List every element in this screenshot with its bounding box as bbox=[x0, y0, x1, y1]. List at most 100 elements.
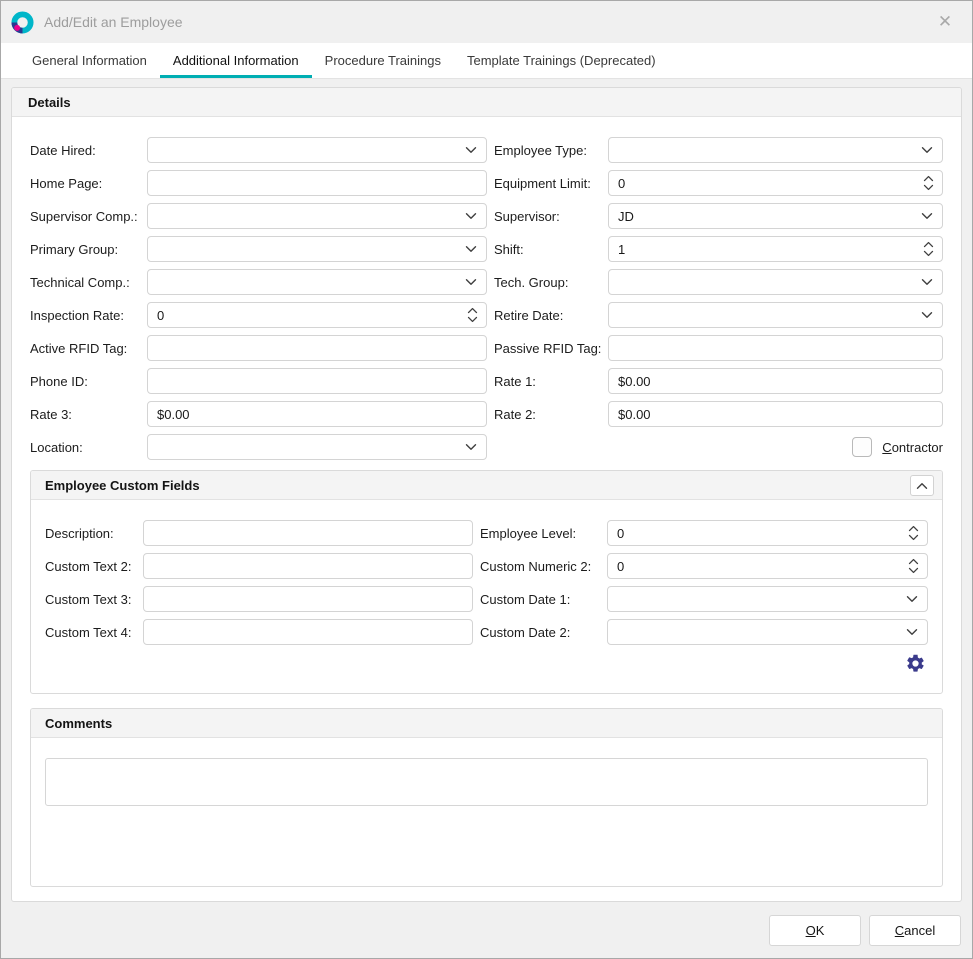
comments-header: Comments bbox=[31, 709, 942, 738]
supervisor-combobox-value: JD bbox=[618, 209, 915, 224]
field-cell bbox=[143, 586, 473, 612]
tab-label: Template Trainings (Deprecated) bbox=[467, 53, 656, 68]
location-combobox[interactable] bbox=[147, 434, 487, 460]
custom-text-3-label: Custom Text 3: bbox=[45, 592, 143, 607]
add-edit-employee-dialog: Add/Edit an Employee ✕ General Informati… bbox=[0, 0, 973, 959]
description-input[interactable] bbox=[143, 520, 473, 546]
retire-date-combobox[interactable] bbox=[608, 302, 943, 328]
field-cell bbox=[147, 368, 487, 394]
chevron-down-icon[interactable] bbox=[465, 212, 477, 220]
spin-up-down-icon[interactable] bbox=[923, 175, 934, 191]
technical-comp-combobox[interactable] bbox=[147, 269, 487, 295]
field-cell bbox=[147, 302, 487, 328]
custom-text-2-input[interactable] bbox=[143, 553, 473, 579]
supervisor-combobox[interactable]: JD bbox=[608, 203, 943, 229]
custom-date-2-label: Custom Date 2: bbox=[473, 625, 607, 640]
chevron-down-icon[interactable] bbox=[921, 311, 933, 319]
primary-group-combobox[interactable] bbox=[147, 236, 487, 262]
custom-text-4-label: Custom Text 4: bbox=[45, 625, 143, 640]
custom-fields-settings-button[interactable] bbox=[905, 653, 926, 677]
employee-type-combobox[interactable] bbox=[608, 137, 943, 163]
ok-button[interactable]: OK bbox=[769, 915, 861, 946]
field-cell bbox=[147, 335, 487, 361]
chevron-down-icon[interactable] bbox=[465, 278, 477, 286]
tab-template-trainings-deprecated[interactable]: Template Trainings (Deprecated) bbox=[454, 43, 669, 78]
date-hired-label: Date Hired: bbox=[30, 143, 147, 158]
field-cell bbox=[147, 137, 487, 163]
spin-up-down-icon[interactable] bbox=[923, 241, 934, 257]
collapse-section-button[interactable] bbox=[910, 475, 934, 496]
field-cell bbox=[147, 269, 487, 295]
phone-id-input[interactable] bbox=[147, 368, 487, 394]
retire-date-label: Retire Date: bbox=[487, 308, 608, 323]
tab-label: Procedure Trainings bbox=[325, 53, 441, 68]
app-logo-icon bbox=[11, 11, 34, 34]
field-cell bbox=[147, 203, 487, 229]
comments-textarea[interactable] bbox=[45, 758, 928, 806]
rate-2-label: Rate 2: bbox=[487, 407, 608, 422]
date-hired-combobox[interactable] bbox=[147, 137, 487, 163]
chevron-down-icon[interactable] bbox=[465, 146, 477, 154]
custom-date-2-combobox[interactable] bbox=[607, 619, 928, 645]
field-cell: Contractor bbox=[608, 434, 943, 460]
chevron-down-icon[interactable] bbox=[465, 443, 477, 451]
comments-body bbox=[31, 738, 942, 814]
field-cell bbox=[143, 520, 473, 546]
active-rfid-tag-input[interactable] bbox=[147, 335, 487, 361]
custom-fields-header: Employee Custom Fields bbox=[31, 471, 942, 500]
employee-level-input[interactable] bbox=[607, 520, 928, 546]
chevron-down-icon[interactable] bbox=[921, 146, 933, 154]
contractor-checkbox[interactable] bbox=[852, 437, 872, 457]
inspection-rate-input[interactable] bbox=[147, 302, 487, 328]
custom-fields-actions bbox=[45, 645, 928, 685]
spin-up-down-icon[interactable] bbox=[467, 307, 478, 323]
passive-rfid-tag-input[interactable] bbox=[608, 335, 943, 361]
chevron-down-icon[interactable] bbox=[906, 628, 918, 636]
field-cell bbox=[607, 520, 928, 546]
chevron-down-icon[interactable] bbox=[906, 595, 918, 603]
field-cell bbox=[608, 236, 943, 262]
supervisor-comp-combobox[interactable] bbox=[147, 203, 487, 229]
primary-group-label: Primary Group: bbox=[30, 242, 147, 257]
close-button[interactable]: ✕ bbox=[924, 5, 966, 39]
chevron-down-icon[interactable] bbox=[921, 278, 933, 286]
rate-3-input[interactable] bbox=[147, 401, 487, 427]
custom-numeric-2-input[interactable] bbox=[607, 553, 928, 579]
tab-general-information[interactable]: General Information bbox=[19, 43, 160, 78]
rate-3-label: Rate 3: bbox=[30, 407, 147, 422]
tech-group-combobox[interactable] bbox=[608, 269, 943, 295]
employee-level-label: Employee Level: bbox=[473, 526, 607, 541]
contractor-checkbox-label: Contractor bbox=[882, 440, 943, 455]
chevron-down-icon[interactable] bbox=[921, 212, 933, 220]
rate-2-input[interactable] bbox=[608, 401, 943, 427]
rate-1-input[interactable] bbox=[608, 368, 943, 394]
spin-up-down-icon[interactable] bbox=[908, 558, 919, 574]
cancel-button[interactable]: Cancel bbox=[869, 915, 961, 946]
equipment-limit-spinner bbox=[608, 170, 943, 196]
contractor-checkbox-field[interactable]: Contractor bbox=[608, 437, 943, 457]
custom-text-3-input[interactable] bbox=[143, 586, 473, 612]
close-icon: ✕ bbox=[938, 12, 952, 31]
chevron-down-icon[interactable] bbox=[465, 245, 477, 253]
chevron-up-icon bbox=[916, 478, 928, 493]
shift-input[interactable] bbox=[608, 236, 943, 262]
field-cell: JD bbox=[608, 203, 943, 229]
field-cell bbox=[608, 335, 943, 361]
passive-rfid-tag-label: Passive RFID Tag: bbox=[487, 341, 608, 356]
equipment-limit-label: Equipment Limit: bbox=[487, 176, 608, 191]
tab-procedure-trainings[interactable]: Procedure Trainings bbox=[312, 43, 454, 78]
equipment-limit-input[interactable] bbox=[608, 170, 943, 196]
tab-additional-information[interactable]: Additional Information bbox=[160, 43, 312, 78]
home-page-input[interactable] bbox=[147, 170, 487, 196]
tab-label: Additional Information bbox=[173, 53, 299, 68]
supervisor-label: Supervisor: bbox=[487, 209, 608, 224]
field-cell bbox=[147, 236, 487, 262]
tab-label: General Information bbox=[32, 53, 147, 68]
title-bar: Add/Edit an Employee ✕ bbox=[1, 1, 972, 43]
comments-group: Comments bbox=[30, 708, 943, 887]
spin-up-down-icon[interactable] bbox=[908, 525, 919, 541]
custom-text-4-input[interactable] bbox=[143, 619, 473, 645]
custom-date-1-combobox[interactable] bbox=[607, 586, 928, 612]
rate-1-label: Rate 1: bbox=[487, 374, 608, 389]
field-cell bbox=[608, 302, 943, 328]
